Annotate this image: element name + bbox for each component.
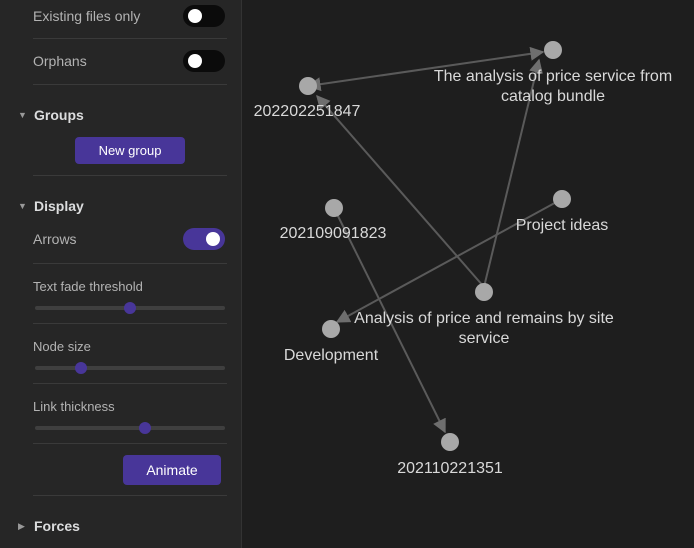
link-thickness-slider[interactable] [35, 422, 225, 434]
node-label: Development [284, 347, 379, 364]
text-fade-threshold-label: Text fade threshold [33, 279, 143, 294]
divider [33, 443, 227, 444]
graph-node-development[interactable] [322, 320, 340, 338]
caret-right-icon: ▶ [18, 520, 25, 531]
link-thickness-label: Link thickness [33, 399, 115, 414]
groups-title: Groups [34, 107, 84, 123]
divider [33, 383, 227, 384]
node-label: 202202251847 [254, 103, 361, 120]
divider [33, 175, 227, 176]
graph-link [316, 94, 485, 288]
node-label: 202109091823 [280, 225, 387, 242]
divider [33, 323, 227, 324]
arrows-row: Arrows [33, 228, 225, 250]
graph-settings-panel: Existing files only Orphans ▼ Groups New… [0, 0, 242, 548]
forces-section-header[interactable]: ▶ Forces [18, 518, 80, 534]
caret-down-icon: ▼ [18, 110, 27, 120]
new-group-button[interactable]: New group [75, 137, 185, 164]
graph-canvas[interactable]: 202202251847 The analysis of price servi… [243, 0, 694, 548]
graph-node-202110221351[interactable] [441, 433, 459, 451]
graph-node-202109091823[interactable] [325, 199, 343, 217]
divider [33, 263, 227, 264]
arrows-toggle[interactable] [183, 228, 225, 250]
slider-thumb[interactable] [74, 362, 87, 374]
node-label: Project ideas [516, 217, 609, 234]
caret-down-icon: ▼ [18, 201, 27, 211]
text-fade-threshold-slider[interactable] [35, 302, 225, 314]
node-size-label: Node size [33, 339, 91, 354]
orphans-label: Orphans [33, 53, 87, 69]
toggle-knob [206, 232, 220, 246]
existing-files-only-label: Existing files only [33, 8, 141, 24]
animate-button[interactable]: Animate [123, 455, 221, 485]
toggle-knob [188, 9, 202, 23]
filter-orphans-row: Orphans [33, 50, 225, 72]
forces-title: Forces [34, 518, 80, 534]
divider [33, 38, 227, 39]
node-label: service [459, 330, 510, 347]
node-label: catalog bundle [501, 88, 605, 105]
filter-existing-files-row: Existing files only [33, 5, 225, 27]
orphans-toggle[interactable] [183, 50, 225, 72]
graph-node-202202251847[interactable] [299, 77, 317, 95]
slider-thumb[interactable] [124, 302, 136, 314]
node-size-slider[interactable] [35, 362, 225, 374]
groups-section-header[interactable]: ▼ Groups [18, 107, 84, 123]
graph-node-project-ideas[interactable] [553, 190, 571, 208]
display-title: Display [34, 198, 84, 214]
graph-node-analysis-site[interactable] [475, 283, 493, 301]
node-label: 202110221351 [397, 460, 503, 477]
divider [33, 495, 227, 496]
graph-node-analysis-catalog[interactable] [544, 41, 562, 59]
slider-thumb[interactable] [139, 422, 152, 434]
node-label: Analysis of price and remains by site [354, 310, 614, 327]
arrows-label: Arrows [33, 231, 77, 247]
display-section-header[interactable]: ▼ Display [18, 198, 84, 214]
existing-files-only-toggle[interactable] [183, 5, 225, 27]
node-label: The analysis of price service from [434, 68, 672, 85]
toggle-knob [188, 54, 202, 68]
divider [33, 84, 227, 85]
